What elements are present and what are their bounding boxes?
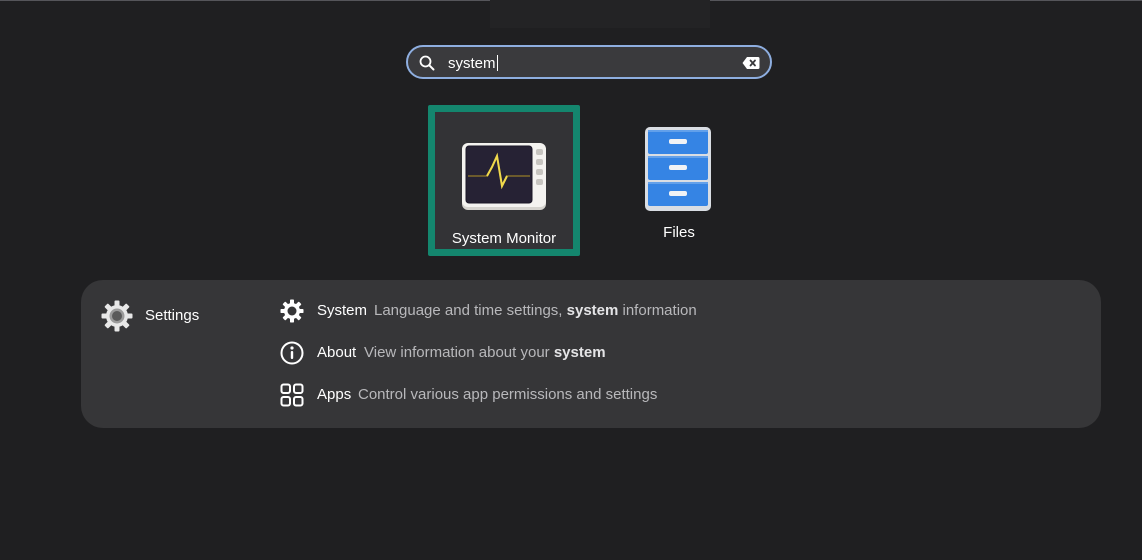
system-monitor-icon bbox=[462, 143, 546, 210]
search-icon bbox=[419, 55, 435, 71]
activities-overview: system System Monitor Files Settings Sys… bbox=[0, 0, 1142, 560]
app-label-files: Files bbox=[663, 224, 695, 241]
clear-search-icon[interactable] bbox=[742, 56, 760, 70]
result-title: System bbox=[317, 302, 368, 319]
search-entry[interactable]: system bbox=[406, 45, 772, 79]
result-title: About bbox=[317, 344, 357, 361]
settings-gear-icon bbox=[101, 300, 133, 332]
settings-search-results: Settings System Language and time settin… bbox=[81, 280, 1101, 428]
result-description: Language and time settings, system infor… bbox=[374, 302, 697, 319]
apps-grid-icon bbox=[280, 383, 304, 407]
result-description: View information about your system bbox=[364, 344, 606, 361]
info-icon bbox=[280, 341, 304, 365]
search-query-text[interactable]: system bbox=[448, 55, 498, 72]
app-label-system-monitor: System Monitor bbox=[451, 230, 557, 247]
gear-icon bbox=[280, 299, 304, 323]
provider-name: Settings bbox=[145, 307, 200, 324]
app-tile-files[interactable]: Files bbox=[603, 105, 755, 256]
result-description: Control various app permissions and sett… bbox=[358, 386, 658, 403]
app-tile-system-monitor[interactable]: System Monitor bbox=[428, 105, 580, 256]
result-title: Apps bbox=[317, 386, 352, 403]
text-caret bbox=[496, 55, 498, 71]
workspace-thumbnail-ghost bbox=[490, 0, 710, 28]
files-icon bbox=[645, 127, 711, 211]
